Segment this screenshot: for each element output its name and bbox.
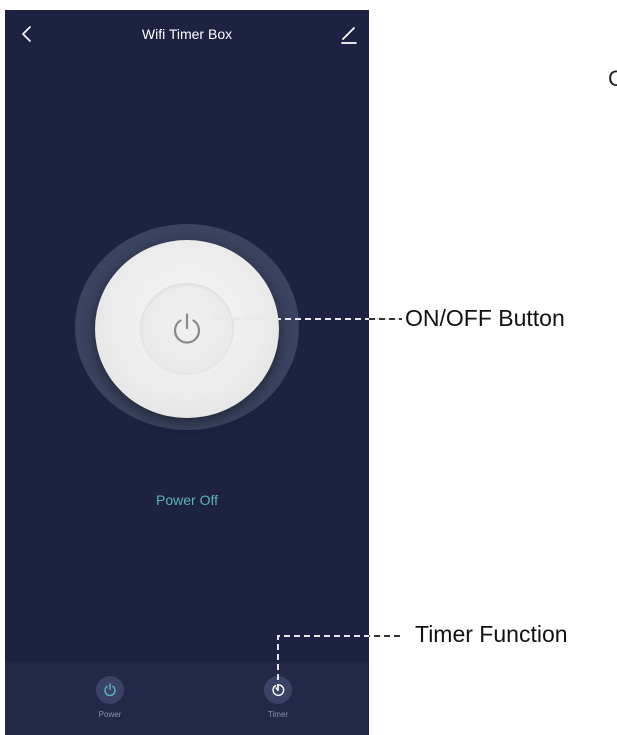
bottom-nav: Power Timer — [5, 662, 369, 735]
tab-timer[interactable]: Timer — [248, 676, 308, 719]
tab-timer-label: Timer — [267, 710, 289, 719]
power-toggle-button[interactable] — [95, 240, 279, 418]
canvas: Wifi Timer Box Power Off Power Timer ON/… — [0, 0, 617, 735]
power-button-center — [140, 283, 234, 375]
pencil-icon — [341, 27, 357, 44]
app-screen: Wifi Timer Box Power Off Power Timer — [5, 10, 369, 735]
timer-tab-icon-circle — [264, 676, 292, 704]
timer-function-callout: Timer Function — [415, 621, 568, 647]
tab-power[interactable]: Power — [80, 676, 140, 719]
on-off-button-callout: ON/OFF Button — [405, 305, 565, 331]
top-bar: Wifi Timer Box — [5, 10, 369, 58]
cut-off-text: C — [608, 66, 617, 91]
power-tab-icon-circle — [96, 676, 124, 704]
power-icon — [104, 683, 116, 697]
tab-power-label: Power — [98, 710, 122, 719]
power-icon — [173, 313, 201, 344]
timer-icon — [272, 684, 285, 696]
power-status-text: Power Off — [156, 492, 218, 508]
page-title: Wifi Timer Box — [141, 26, 233, 42]
edit-button[interactable] — [337, 22, 361, 46]
